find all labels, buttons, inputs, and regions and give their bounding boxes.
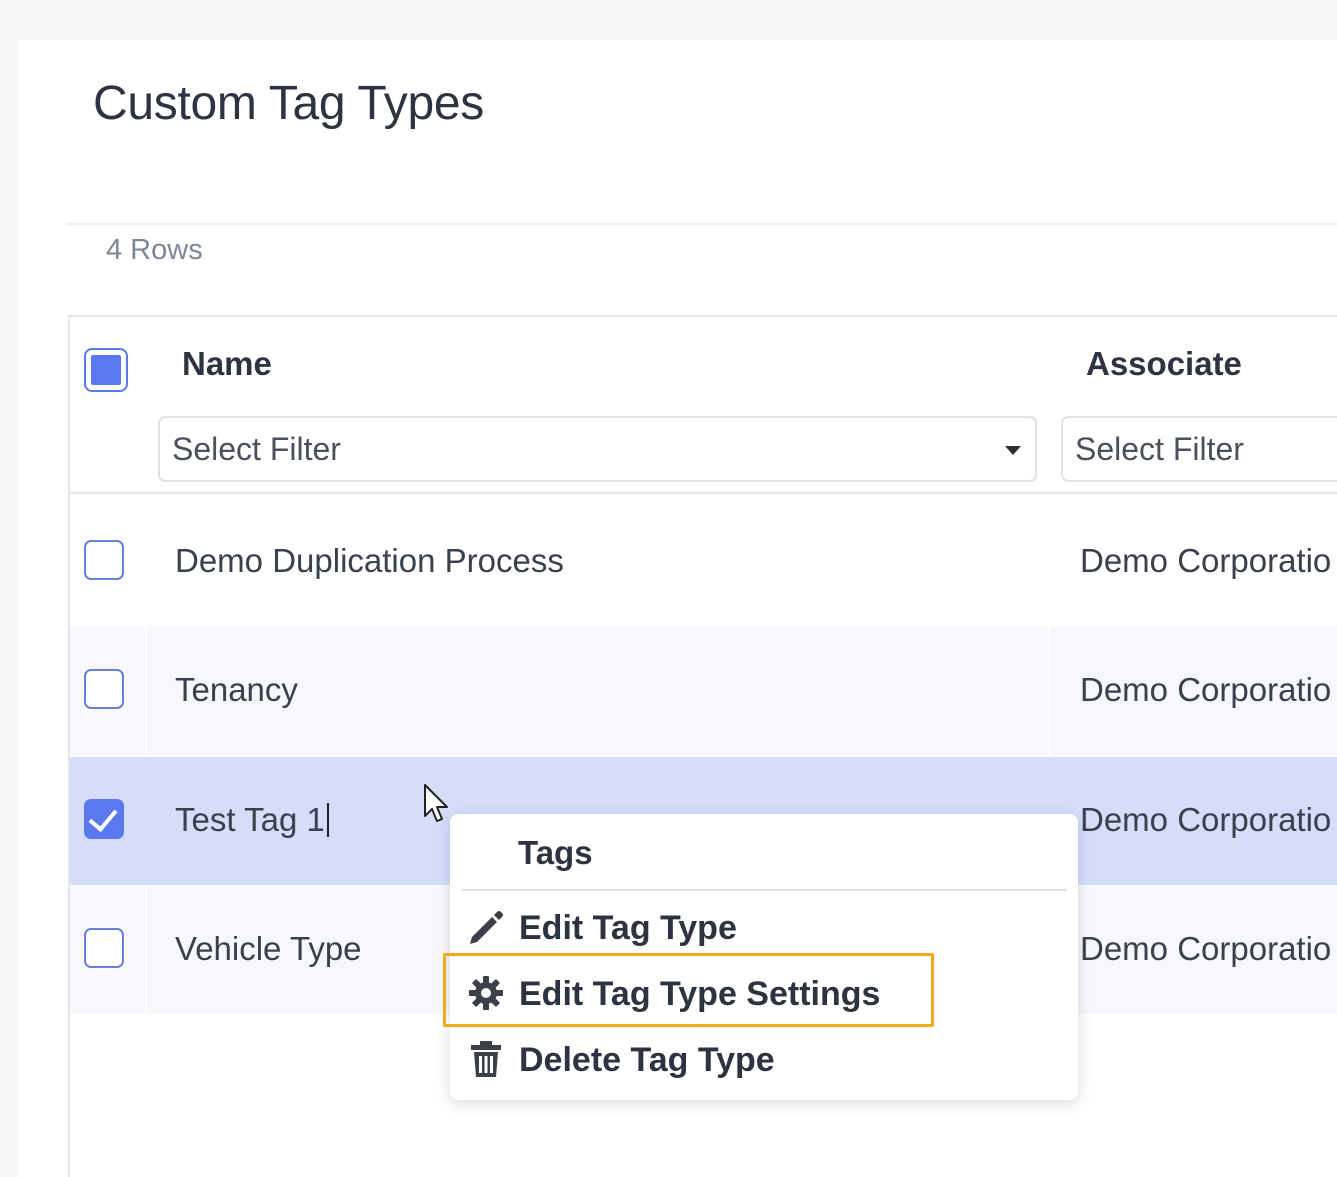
column-header-associate[interactable]: Associate (1086, 345, 1242, 383)
row-checkbox[interactable] (84, 669, 124, 709)
associate-filter-select[interactable]: Select Filter (1061, 416, 1337, 482)
menu-item-edit-tag-type[interactable]: Edit Tag Type (464, 899, 1064, 955)
cell-name-text: Test Tag 1 (175, 801, 325, 838)
page-title: Custom Tag Types (93, 77, 484, 130)
column-separator (145, 886, 147, 1014)
table-row[interactable]: Tenancy Demo Corporatio (70, 627, 1337, 755)
row-checkbox[interactable] (84, 540, 124, 580)
cell-associate: Demo Corporatio (1080, 801, 1332, 838)
cell-name: Tenancy (175, 671, 298, 708)
rows-count: 4 Rows (106, 234, 203, 266)
column-header-name[interactable]: Name (182, 345, 272, 383)
caret-down-icon (1005, 446, 1021, 455)
select-all-indeterminate-mark (91, 355, 121, 385)
header-divider (68, 492, 1337, 494)
menu-divider (462, 889, 1067, 891)
context-menu-title: Tags (518, 834, 593, 871)
mouse-pointer-icon (424, 784, 448, 822)
column-separator (1048, 627, 1050, 755)
cell-associate: Demo Corporatio (1080, 930, 1332, 967)
trash-icon (471, 1041, 501, 1077)
row-checkbox-checked[interactable] (84, 799, 124, 839)
cell-name: Test Tag 1 (175, 801, 329, 839)
menu-item-edit-tag-type-settings[interactable]: Edit Tag Type Settings (464, 965, 1064, 1021)
associate-filter-placeholder: Select Filter (1075, 431, 1244, 467)
table-row[interactable]: Demo Duplication Process Demo Corporatio (70, 498, 1337, 626)
context-menu: Tags Edit Tag Type Edit Tag Type Setting… (450, 814, 1078, 1100)
divider (68, 223, 1337, 225)
cell-name: Demo Duplication Process (175, 542, 564, 579)
cell-name: Vehicle Type (175, 930, 362, 967)
menu-item-label: Edit Tag Type Settings (519, 975, 881, 1013)
pencil-icon (470, 911, 503, 944)
menu-item-label: Edit Tag Type (519, 909, 737, 947)
row-checkbox[interactable] (84, 928, 124, 968)
column-separator (145, 627, 147, 755)
cell-associate: Demo Corporatio (1080, 671, 1332, 708)
menu-item-label: Delete Tag Type (519, 1041, 775, 1079)
menu-item-delete-tag-type[interactable]: Delete Tag Type (464, 1031, 1064, 1087)
name-filter-select[interactable]: Select Filter (158, 416, 1037, 482)
select-all-checkbox[interactable] (84, 348, 128, 392)
name-filter-placeholder: Select Filter (172, 431, 341, 467)
text-caret (326, 803, 329, 837)
gear-icon (469, 976, 503, 1010)
cell-associate: Demo Corporatio (1080, 542, 1332, 579)
